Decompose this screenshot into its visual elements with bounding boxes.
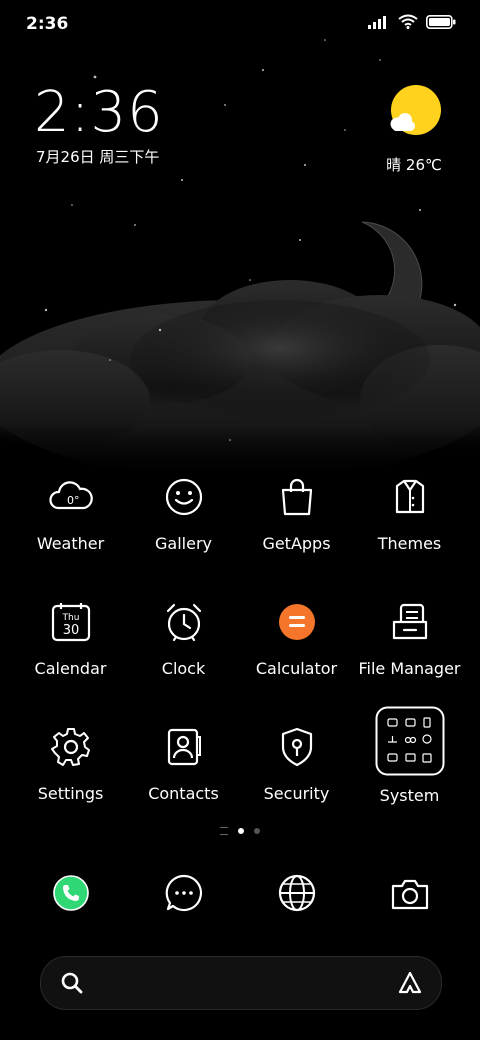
calendar-icon: Thu 30 <box>44 595 98 649</box>
app-label: Clock <box>161 659 206 678</box>
status-bar: 2:36 <box>0 0 480 50</box>
status-icons <box>368 14 456 29</box>
app-label: Calendar <box>34 659 107 678</box>
search-icon <box>61 972 83 994</box>
app-label: Calculator <box>255 659 338 678</box>
page-dot-active[interactable] <box>238 828 244 834</box>
app-gallery[interactable]: Gallery <box>127 470 240 580</box>
page-indicator[interactable] <box>0 827 480 835</box>
widget-clock[interactable]: 2:36 <box>34 80 164 145</box>
dock-messages[interactable] <box>127 866 240 922</box>
app-label: Themes <box>377 534 442 553</box>
app-calendar[interactable]: Thu 30 Calendar <box>14 595 127 705</box>
app-label: Weather <box>36 534 105 553</box>
app-settings[interactable]: Settings <box>14 720 127 830</box>
getapps-icon <box>270 470 324 524</box>
wifi-icon <box>398 14 418 29</box>
app-themes[interactable]: Themes <box>353 470 466 580</box>
contacts-icon <box>157 720 211 774</box>
app-label: Settings <box>37 784 104 803</box>
widget-date: 7月26日 周三下午 <box>36 148 160 166</box>
app-system-folder[interactable]: System <box>353 706 466 830</box>
phone-icon <box>44 866 98 920</box>
svg-text:0°: 0° <box>67 494 80 507</box>
file-manager-icon <box>383 595 437 649</box>
weather-icon: 0° <box>44 470 98 524</box>
dock-browser[interactable] <box>240 866 353 922</box>
app-label: Gallery <box>155 534 212 553</box>
camera-icon <box>383 866 437 920</box>
calculator-icon <box>270 595 324 649</box>
dock-camera[interactable] <box>353 866 466 922</box>
themes-icon <box>383 470 437 524</box>
page-menu-icon[interactable] <box>220 827 228 835</box>
search-bar[interactable] <box>40 956 442 1010</box>
signal-icon <box>368 15 386 29</box>
security-icon <box>270 720 324 774</box>
system-folder-icon <box>375 706 445 776</box>
app-file-manager[interactable]: File Manager <box>353 595 466 705</box>
app-label: Security <box>263 784 330 803</box>
app-label: Contacts <box>148 784 219 803</box>
settings-icon <box>44 720 98 774</box>
weather-widget[interactable]: 晴 26℃ <box>384 84 444 175</box>
messages-icon <box>157 866 211 920</box>
app-calculator[interactable]: Calculator <box>240 595 353 705</box>
app-weather[interactable]: 0° Weather <box>14 470 127 580</box>
browser-icon <box>270 866 324 920</box>
clock-icon <box>157 595 211 649</box>
dock-phone[interactable] <box>14 866 127 922</box>
app-label: System <box>379 786 440 805</box>
app-label: GetApps <box>262 534 331 553</box>
sunny-cloud-icon <box>390 85 441 135</box>
dock <box>14 866 466 922</box>
app-security[interactable]: Security <box>240 720 353 830</box>
page-dot[interactable] <box>254 828 260 834</box>
app-label: File Manager <box>358 659 461 678</box>
app-getapps[interactable]: GetApps <box>240 470 353 580</box>
app-clock[interactable]: Clock <box>127 595 240 705</box>
app-contacts[interactable]: Contacts <box>127 720 240 830</box>
svg-text:Thu: Thu <box>61 613 79 623</box>
battery-icon <box>426 14 456 29</box>
status-time: 2:36 <box>26 14 69 34</box>
assistant-icon[interactable] <box>397 970 423 996</box>
gallery-icon <box>157 470 211 524</box>
svg-text:30: 30 <box>62 623 79 638</box>
weather-temperature: 晴 26℃ <box>386 156 442 174</box>
